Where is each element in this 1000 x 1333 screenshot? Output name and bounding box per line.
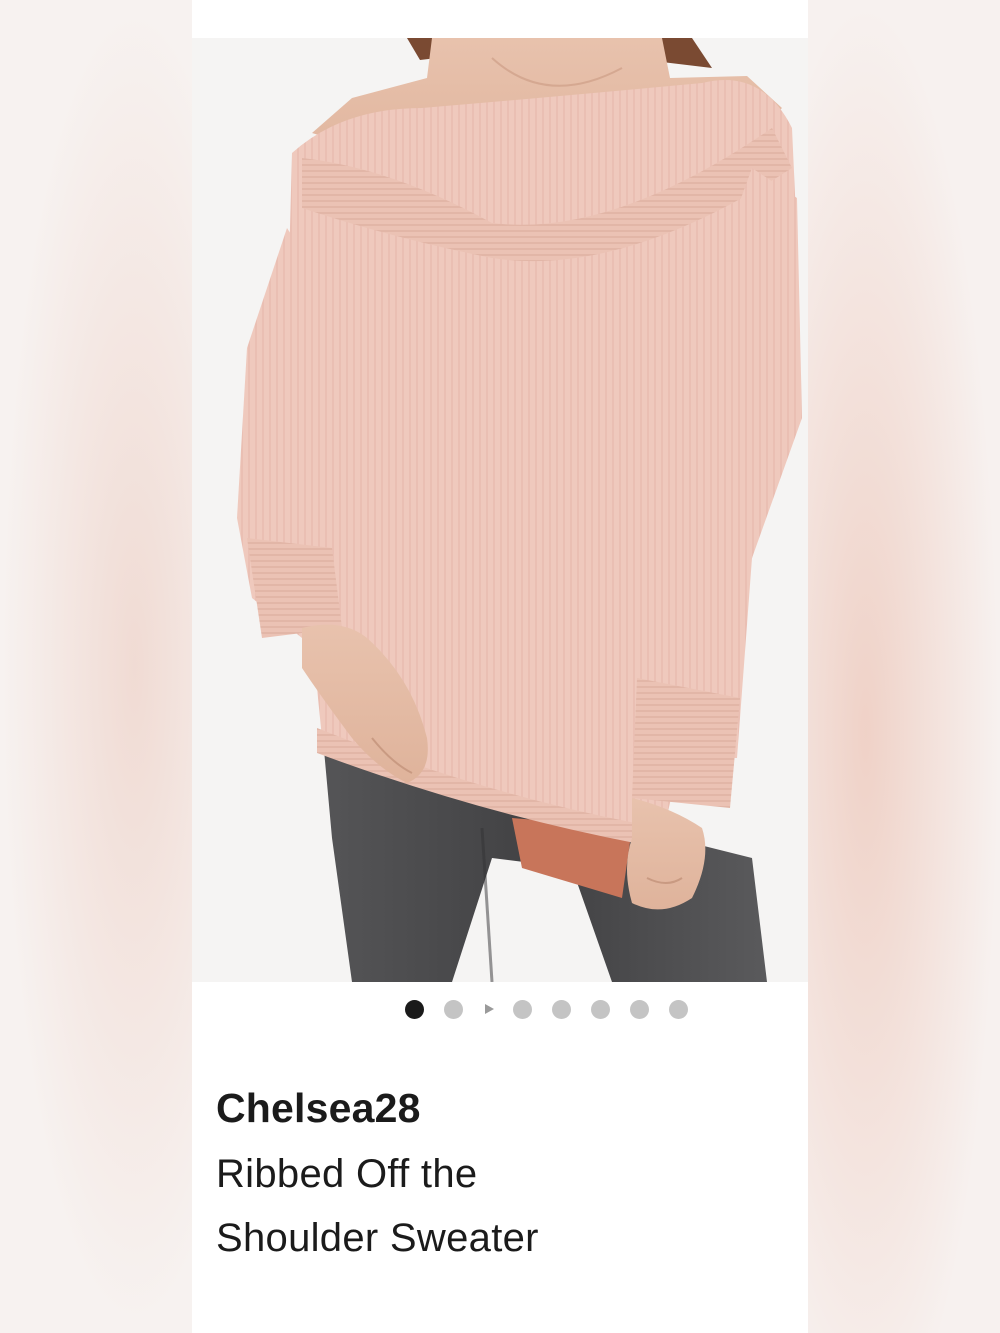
background-right-blur: [808, 0, 1000, 1333]
carousel-dot[interactable]: [513, 1000, 532, 1019]
carousel-dot[interactable]: [630, 1000, 649, 1019]
product-info: Chelsea28 Ribbed Off the Shoulder Sweate…: [216, 1082, 776, 1270]
product-title[interactable]: Ribbed Off the Shoulder Sweater: [216, 1142, 546, 1270]
carousel-dot[interactable]: [444, 1000, 463, 1019]
carousel-dot[interactable]: [552, 1000, 571, 1019]
background-left-blur: [0, 0, 192, 1333]
product-image[interactable]: [192, 38, 808, 982]
carousel-dot[interactable]: [591, 1000, 610, 1019]
carousel-dot[interactable]: [405, 1000, 424, 1019]
video-play-icon[interactable]: [485, 1004, 494, 1014]
product-photo-illustration: [237, 38, 802, 982]
product-card: Chelsea28 Ribbed Off the Shoulder Sweate…: [192, 0, 808, 1333]
image-carousel-indicator: [192, 996, 808, 1022]
brand-name[interactable]: Chelsea28: [216, 1082, 776, 1134]
carousel-dot[interactable]: [669, 1000, 688, 1019]
header-strip: [192, 0, 808, 38]
